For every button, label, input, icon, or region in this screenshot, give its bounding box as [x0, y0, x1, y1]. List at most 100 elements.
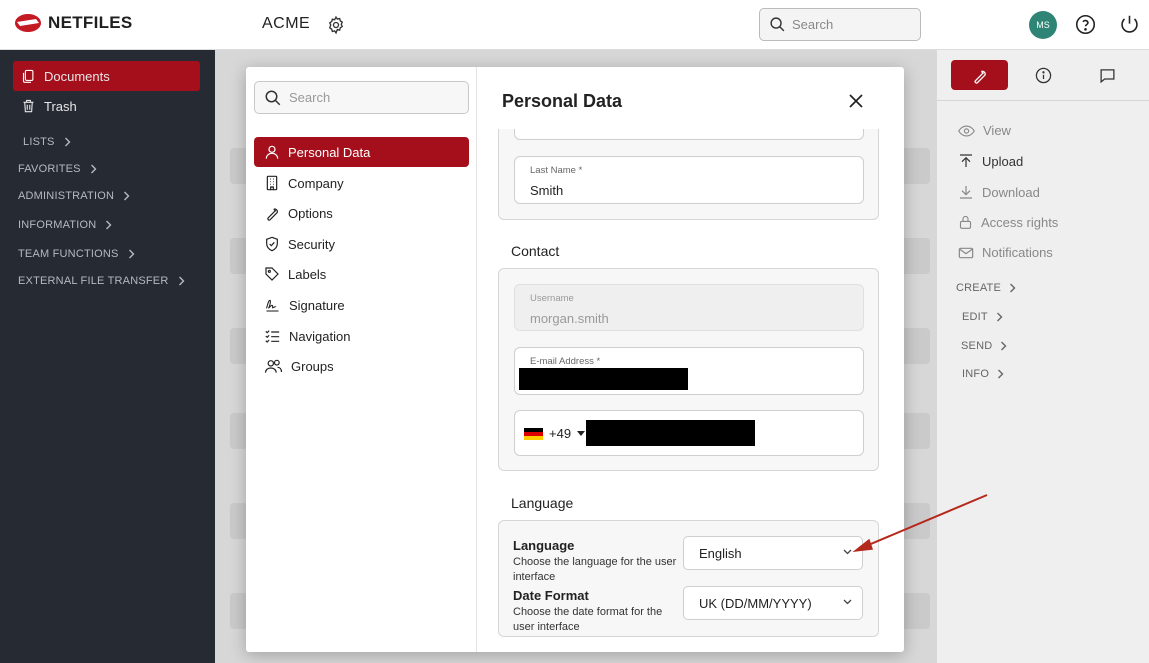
upload-icon	[960, 154, 972, 167]
chevron-right-icon	[1001, 341, 1007, 351]
username-label: Username	[530, 293, 574, 304]
organization-name: ACME	[262, 15, 311, 32]
chevron-right-icon	[106, 220, 112, 230]
settings-search[interactable]	[254, 81, 469, 114]
last-name-field[interactable]: Last Name * Smith	[514, 156, 864, 204]
settings-nav-groups[interactable]: Groups	[254, 351, 469, 381]
main-sidebar: Documents Trash LISTS FAVORITES ADMINIST…	[0, 50, 215, 663]
action-label: Notifications	[982, 245, 1053, 260]
action-section-label: SEND	[961, 340, 993, 352]
documents-icon	[22, 69, 34, 83]
chevron-down-icon	[843, 549, 852, 555]
user-avatar[interactable]: MS	[1029, 11, 1057, 39]
email-label: E-mail Address *	[530, 356, 601, 367]
language-card: Language Choose the language for the use…	[498, 520, 879, 637]
settings-nav-label: Company	[288, 175, 344, 191]
settings-nav-label: Security	[288, 236, 335, 252]
wrench-icon	[267, 208, 278, 221]
personal-settings-dialog: Personal Data Company Options Security L…	[246, 67, 904, 652]
action-section-label: EDIT	[962, 311, 988, 323]
language-select[interactable]: English	[683, 536, 863, 570]
action-label: Upload	[982, 153, 1024, 169]
action-section-info[interactable]: INFO	[962, 368, 1004, 380]
caret-down-icon	[577, 431, 586, 436]
settings-nav-labels[interactable]: Labels	[254, 259, 469, 289]
building-icon	[266, 175, 278, 191]
close-icon[interactable]	[848, 93, 864, 109]
help-icon[interactable]	[1075, 14, 1096, 35]
settings-nav-label: Options	[288, 205, 333, 221]
chevron-right-icon	[124, 191, 130, 201]
phone-field[interactable]: +49	[514, 410, 864, 456]
tab-info[interactable]	[1035, 67, 1052, 84]
chevron-right-icon	[90, 164, 97, 174]
redacted-email-value	[519, 368, 688, 390]
logo-text: NETFILES	[48, 13, 133, 32]
settings-search-input[interactable]	[289, 90, 459, 105]
sidebar-item-label: Documents	[44, 68, 110, 84]
language-setting-description: Choose the language for the user interfa…	[513, 556, 677, 583]
date-format-select[interactable]: UK (DD/MM/YYYY)	[683, 586, 863, 620]
settings-nav-navigation[interactable]: Navigation	[254, 321, 469, 351]
action-panel-tabs	[937, 50, 1149, 101]
last-name-value: Smith	[530, 183, 564, 198]
search-icon	[265, 90, 281, 105]
contact-card: Username morgan.smith E-mail Address * +…	[498, 268, 879, 471]
first-name-field[interactable]	[514, 129, 864, 140]
action-download[interactable]: Download	[958, 184, 1040, 200]
date-format-setting-description: Choose the date format for the user inte…	[513, 606, 663, 633]
tab-comments[interactable]	[1099, 67, 1116, 84]
power-icon[interactable]	[1119, 14, 1140, 35]
date-format-setting-label: Date Format	[513, 588, 589, 603]
action-label: View	[983, 123, 1011, 138]
settings-nav-company[interactable]: Company	[254, 168, 469, 198]
action-section-create[interactable]: CREATE	[956, 282, 1016, 294]
users-icon	[264, 359, 283, 373]
settings-scroll-area[interactable]: Last Name * Smith Contact Username morga…	[477, 129, 904, 652]
sidebar-section-team-functions[interactable]: TEAM FUNCTIONS	[18, 248, 135, 260]
global-search[interactable]	[759, 8, 921, 41]
dialog-title: Personal Data	[502, 91, 623, 111]
sidebar-section-lists[interactable]: LISTS	[23, 136, 71, 148]
gear-icon[interactable]	[326, 15, 346, 35]
settings-nav-signature[interactable]: Signature	[254, 290, 469, 320]
lock-icon	[959, 215, 972, 229]
settings-nav-security[interactable]: Security	[254, 229, 469, 259]
settings-nav-label: Groups	[291, 358, 334, 374]
action-upload[interactable]: Upload	[958, 153, 1023, 169]
tab-actions[interactable]	[951, 60, 1008, 90]
trash-icon	[23, 99, 34, 113]
phone-country-selector[interactable]: +49	[524, 426, 586, 441]
settings-nav: Personal Data Company Options Security L…	[246, 67, 477, 652]
sidebar-section-administration[interactable]: ADMINISTRATION	[18, 190, 130, 202]
settings-nav-options[interactable]: Options	[254, 198, 469, 228]
mail-icon	[958, 247, 974, 258]
action-notifications[interactable]: Notifications	[958, 245, 1053, 260]
date-format-select-value: UK (DD/MM/YYYY)	[699, 595, 812, 611]
chevron-right-icon	[178, 276, 184, 286]
wrench-icon	[974, 70, 986, 84]
netfiles-logo[interactable]: NETFILES	[14, 13, 133, 33]
action-section-edit[interactable]: EDIT	[962, 311, 1003, 323]
sidebar-item-trash[interactable]: Trash	[13, 91, 200, 121]
search-icon	[770, 17, 785, 32]
action-section-send[interactable]: SEND	[961, 340, 1007, 352]
personal-data-card: Last Name * Smith	[498, 129, 879, 220]
redacted-phone-number	[586, 420, 755, 446]
chevron-right-icon	[64, 137, 71, 147]
action-view[interactable]: View	[958, 123, 1011, 138]
settings-nav-personal-data[interactable]: Personal Data	[254, 137, 469, 167]
sidebar-section-information[interactable]: INFORMATION	[18, 219, 112, 231]
sidebar-section-label: TEAM FUNCTIONS	[18, 248, 119, 260]
action-access-rights[interactable]: Access rights	[958, 214, 1058, 230]
language-setting-label: Language	[513, 538, 575, 553]
email-field[interactable]: E-mail Address *	[514, 347, 864, 395]
global-search-input[interactable]	[792, 17, 912, 32]
phone-country-code: +49	[549, 426, 572, 441]
checklist-icon	[265, 330, 280, 343]
contact-heading: Contact	[511, 243, 560, 259]
last-name-label: Last Name *	[530, 165, 583, 176]
sidebar-section-external-file-transfer[interactable]: EXTERNAL FILE TRANSFER	[18, 275, 185, 287]
sidebar-section-favorites[interactable]: FAVORITES	[18, 163, 97, 175]
sidebar-item-documents[interactable]: Documents	[13, 61, 200, 91]
